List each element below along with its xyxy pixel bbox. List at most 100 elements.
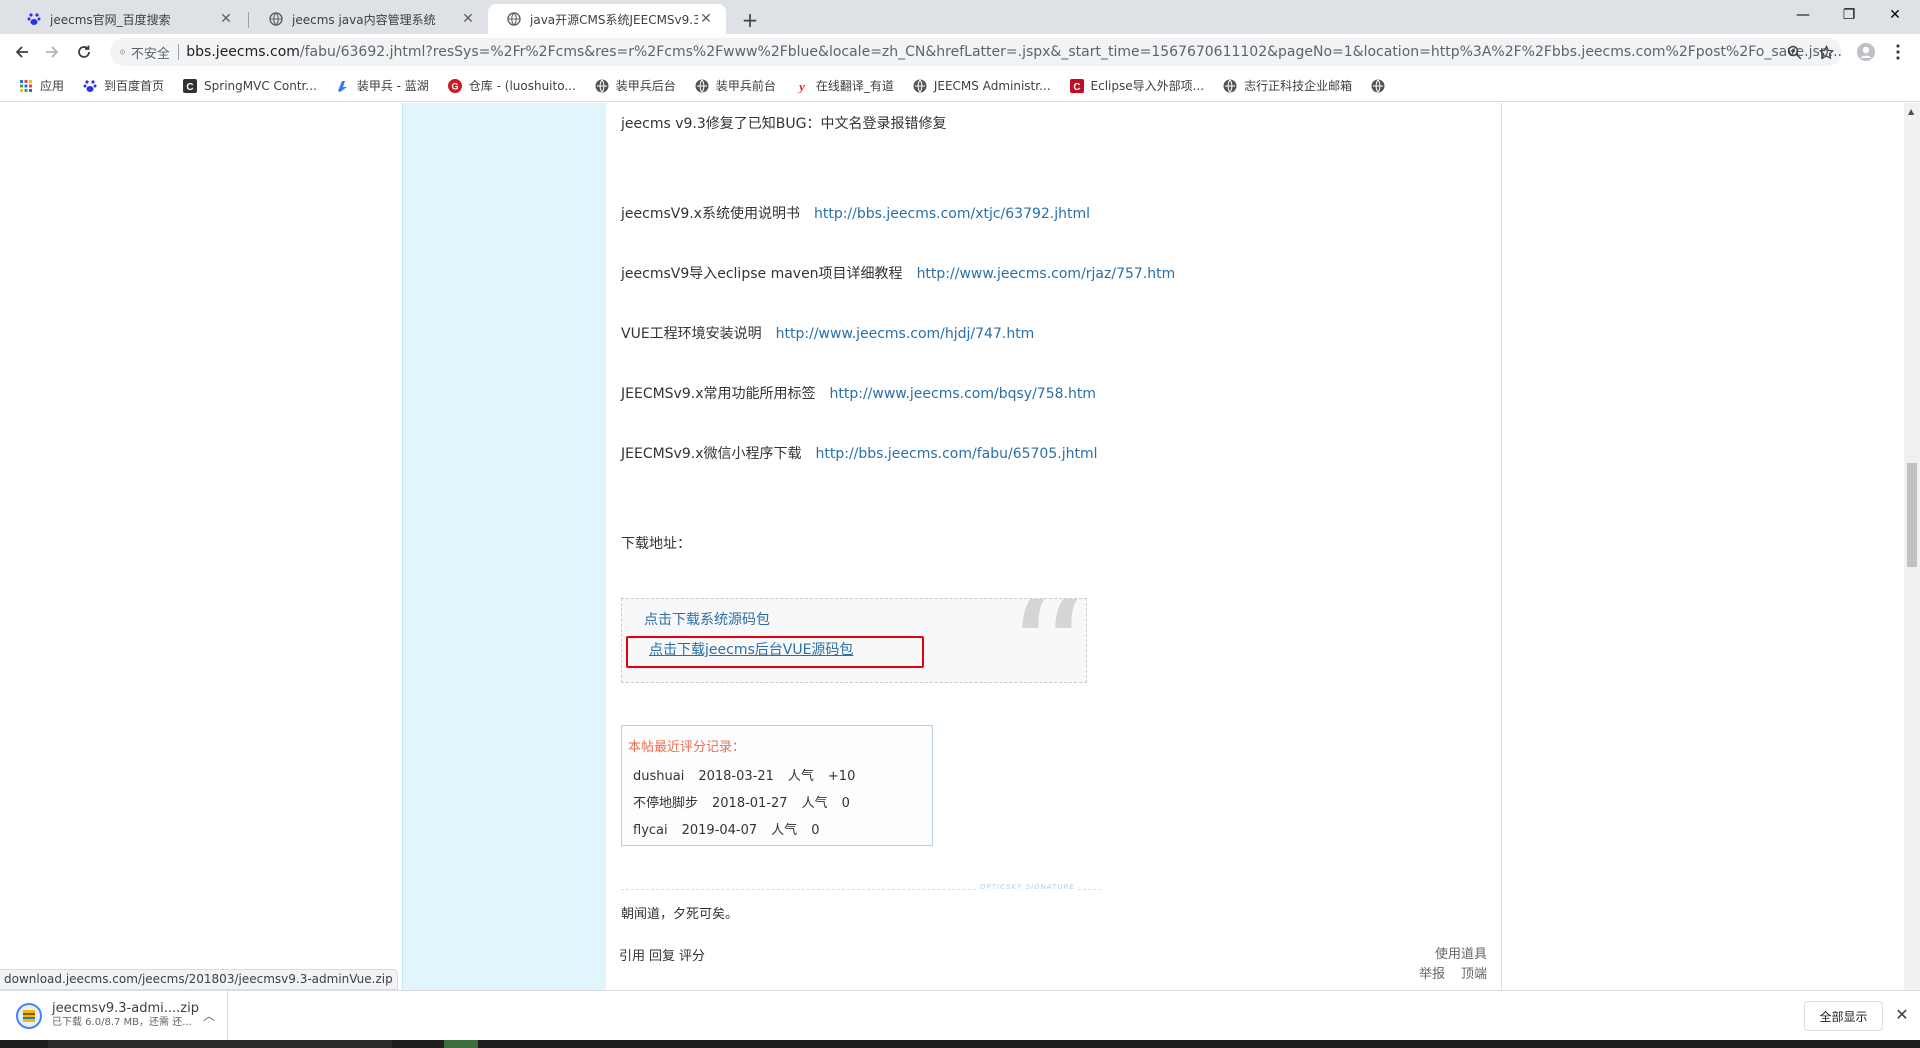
report-link[interactable]: 举报	[1419, 967, 1445, 982]
url-path: /fabu/63692.jhtml?resSys=%2Fr%2Fcms&res=…	[299, 44, 1842, 60]
bookmark-lanhu[interactable]: 装甲兵 - 蓝湖	[329, 72, 435, 100]
tab-jeecms-v93-post[interactable]: java开源CMS系统JEECMSv9.3版 ✕	[488, 4, 726, 34]
globe-icon	[506, 11, 522, 27]
info-icon	[120, 49, 125, 55]
download-progress: 已下载 6.0/8.7 MB，还需 还...	[52, 1017, 192, 1028]
rating-user[interactable]: flycai	[633, 823, 668, 838]
close-shelf-icon[interactable]: ✕	[1892, 1005, 1912, 1025]
zoom-icon[interactable]	[1780, 38, 1808, 66]
download-quote-box: “ 点击下载系统源码包 点击下载jeecms后台VUE源码包	[621, 598, 1087, 683]
gitee-g-icon: G	[447, 78, 463, 94]
use-tools-link[interactable]: 使用道具	[1435, 947, 1487, 962]
doc-link-row: JEECMSv9.x微信小程序下载 http://bbs.jeecms.com/f…	[621, 443, 1097, 463]
lanhu-icon	[335, 78, 351, 94]
tags-link[interactable]: http://www.jeecms.com/bqsy/758.htm	[830, 386, 1096, 402]
svg-text:C: C	[186, 82, 193, 93]
bookmark-jeecms-admin[interactable]: JEECMS Administr...	[906, 72, 1057, 100]
doc-link-row: jeecmsV9.x系统使用说明书 http://bbs.jeecms.com/x…	[621, 203, 1090, 223]
rating-date: 2019-04-07	[681, 823, 758, 838]
manual-link[interactable]: http://bbs.jeecms.com/xtjc/63792.jhtml	[814, 206, 1090, 222]
signature-tag: OPTICSKY SIGNATURE	[977, 883, 1078, 891]
bookmark-label: 应用	[40, 79, 65, 93]
forward-arrow-icon	[46, 46, 59, 58]
rating-record-box: 本帖最近评分记录： dushuai 2018-03-21 人气 +10 不停地脚步 20…	[621, 725, 933, 846]
forward-button[interactable]	[38, 38, 66, 66]
menu-kebab-icon[interactable]	[1884, 38, 1912, 66]
archive-file-icon	[16, 1003, 42, 1029]
minimize-button[interactable]: —	[1780, 0, 1826, 30]
doc-link-row: JEECMSv9.x常用功能所用标签 http://www.jeecms.com/…	[621, 383, 1096, 403]
bookmark-company-mail[interactable]: 志行正科技企业邮箱	[1216, 72, 1358, 100]
back-button[interactable]	[8, 38, 36, 66]
reload-button[interactable]	[70, 38, 98, 66]
rating-score: 0	[841, 796, 850, 811]
bookmark-label: 到百度首页	[104, 79, 165, 93]
rating-user[interactable]: 不停地脚步	[633, 796, 698, 811]
quote-action[interactable]: 引用	[619, 949, 645, 964]
bookmark-star-icon[interactable]	[1812, 38, 1840, 66]
bookmark-springmvc[interactable]: C SpringMVC Contr...	[176, 72, 323, 100]
bookmark-label: Eclipse导入外部项...	[1090, 79, 1205, 93]
rating-date: 2018-03-21	[698, 769, 774, 784]
rating-score: +10	[827, 769, 856, 784]
back-arrow-icon	[15, 46, 28, 58]
youdao-y-icon: y	[794, 78, 810, 94]
post-content: jeecms v9.3修复了已知BUG：中文名登录报错修复 jeecmsV9.x…	[606, 103, 1502, 990]
rating-kind: 人气	[787, 769, 814, 784]
close-icon[interactable]: ✕	[218, 11, 234, 27]
tab-baidu-search[interactable]: jeecms官网_百度搜索 ✕	[8, 4, 246, 34]
rating-user[interactable]: dushuai	[633, 769, 684, 784]
bookmark-apps[interactable]: 应用	[12, 72, 70, 100]
miniprogram-link[interactable]: http://bbs.jeecms.com/fabu/65705.jhtml	[816, 446, 1098, 462]
download-vue-source-link[interactable]: 点击下载jeecms后台VUE源码包	[649, 639, 853, 659]
bookmark-unnamed[interactable]	[1364, 72, 1398, 100]
chevron-up-icon[interactable]: ︿	[203, 1007, 215, 1024]
profile-avatar-icon[interactable]	[1852, 38, 1880, 66]
bookmark-zjb-admin[interactable]: 装甲兵后台	[588, 72, 682, 100]
bug-fix-line: jeecms v9.3修复了已知BUG：中文名登录报错修复	[621, 116, 947, 132]
globe-icon	[1370, 78, 1386, 94]
new-tab-button[interactable]: +	[736, 6, 764, 34]
show-all-downloads-button[interactable]: 全部显示	[1804, 1001, 1883, 1031]
apps-grid-icon	[18, 78, 34, 94]
link-label: JEECMSv9.x微信小程序下载	[621, 446, 802, 462]
bookmarks-bar: 应用 到百度首页 C SpringMVC Contr... 装甲兵 - 蓝湖 G…	[0, 70, 1920, 102]
url-host: bbs.jeecms.com	[186, 44, 300, 60]
download-source-link[interactable]: 点击下载系统源码包	[644, 609, 770, 629]
bookmark-label: 装甲兵 - 蓝湖	[356, 79, 429, 93]
tab-jeecms-home[interactable]: jeecms java内容管理系统 ✕	[250, 4, 488, 34]
bookmark-youdao[interactable]: y 在线翻译_有道	[788, 72, 900, 100]
download-item[interactable]: jeecmsv9.3-admi....zip 已下载 6.0/8.7 MB，还需…	[0, 991, 228, 1041]
vue-setup-link[interactable]: http://www.jeecms.com/hjdj/747.htm	[776, 326, 1035, 342]
svg-text:C: C	[1073, 82, 1080, 93]
csdn-c-red-icon: C	[1069, 78, 1085, 94]
page-viewport: jeecms v9.3修复了已知BUG：中文名登录报错修复 jeecmsV9.x…	[0, 103, 1904, 990]
post-tools: 使用道具 举报 顶端	[1403, 945, 1487, 985]
vertical-scrollbar[interactable]: ▲	[1904, 103, 1920, 990]
bookmark-label: 装甲兵后台	[615, 79, 676, 93]
window-close-button[interactable]: ✕	[1872, 0, 1918, 30]
back-to-top-link[interactable]: 顶端	[1461, 967, 1487, 982]
bookmark-gitee[interactable]: G 仓库 - (luoshuito...	[441, 72, 582, 100]
link-label: jeecmsV9.x系统使用说明书	[621, 206, 800, 222]
csdn-c-icon: C	[182, 78, 198, 94]
bookmark-label: JEECMS Administr...	[933, 78, 1051, 93]
taskbar-app[interactable]	[444, 1040, 478, 1048]
scrollbar-thumb[interactable]	[1907, 463, 1917, 567]
reload-icon	[78, 45, 90, 58]
rate-action[interactable]: 评分	[679, 949, 705, 964]
bookmark-zjb-front[interactable]: 装甲兵前台	[688, 72, 782, 100]
scroll-up-arrow-icon[interactable]: ▲	[1908, 107, 1914, 116]
eclipse-tutorial-link[interactable]: http://www.jeecms.com/rjaz/757.htm	[917, 266, 1176, 282]
reply-action[interactable]: 回复	[649, 949, 675, 964]
bookmark-baidu-home[interactable]: 到百度首页	[76, 72, 170, 100]
close-icon[interactable]: ✕	[460, 11, 476, 27]
bookmark-eclipse-import[interactable]: C Eclipse导入外部项...	[1063, 72, 1211, 100]
bookmark-label: SpringMVC Contr...	[204, 78, 317, 93]
address-bar[interactable]: 不安全 bbs.jeecms.com/fabu/63692.jhtml?resS…	[110, 38, 1842, 66]
close-icon[interactable]: ✕	[698, 11, 714, 27]
bookmark-label: 装甲兵前台	[715, 79, 776, 93]
baidu-paw-icon	[82, 78, 98, 94]
rating-row: dushuai 2018-03-21 人气 +10	[633, 763, 926, 790]
restore-button[interactable]: ❐	[1826, 0, 1872, 30]
